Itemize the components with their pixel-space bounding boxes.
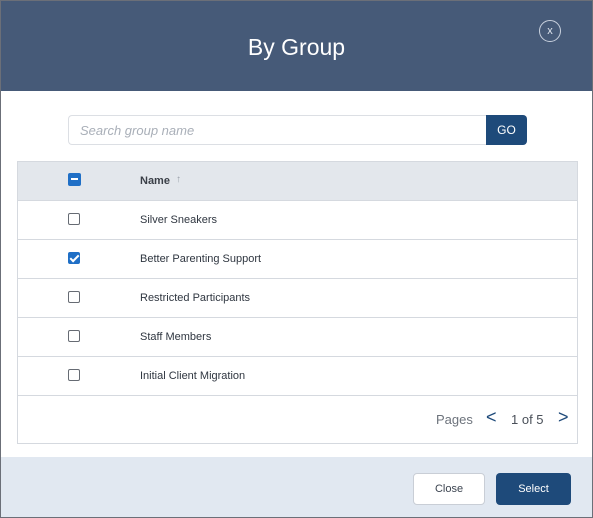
table-row[interactable]: Staff Members [18, 318, 577, 357]
group-name: Better Parenting Support [140, 253, 262, 265]
by-group-dialog: By Group x GO Name ↑ Silver Sneakers Bett… [0, 0, 593, 518]
dialog-footer: Close Select [1, 457, 592, 517]
table-header: Name ↑ [18, 162, 577, 201]
sort-ascending-icon[interactable]: ↑ [176, 174, 181, 185]
row-checkbox[interactable] [68, 291, 80, 303]
close-button[interactable]: Close [413, 473, 485, 505]
dialog-title: By Group [247, 34, 346, 60]
page-info: 1 of 5 [511, 412, 544, 427]
row-checkbox[interactable] [68, 369, 80, 381]
groups-table: Name ↑ Silver Sneakers Better Parenting S… [17, 161, 578, 444]
group-name: Silver Sneakers [140, 214, 218, 226]
pages-label: Pages [436, 412, 473, 427]
table-row[interactable]: Restricted Participants [18, 279, 577, 318]
row-checkbox[interactable] [68, 252, 80, 264]
group-name: Initial Client Migration [140, 370, 246, 382]
group-name: Restricted Participants [140, 292, 251, 304]
close-dialog-icon[interactable]: x [539, 20, 561, 42]
previous-page-icon[interactable]: < [486, 407, 497, 428]
row-checkbox[interactable] [68, 213, 80, 225]
select-button[interactable]: Select [496, 473, 571, 505]
table-row[interactable]: Better Parenting Support [18, 240, 577, 279]
dialog-header: By Group x [1, 1, 592, 91]
search-group-input[interactable] [68, 115, 486, 145]
row-checkbox[interactable] [68, 330, 80, 342]
next-page-icon[interactable]: > [558, 407, 569, 428]
table-row[interactable]: Silver Sneakers [18, 201, 577, 240]
select-all-checkbox[interactable] [68, 173, 81, 186]
name-column-header[interactable]: Name [140, 175, 170, 187]
go-button[interactable]: GO [486, 115, 527, 145]
group-name: Staff Members [140, 331, 212, 343]
table-row[interactable]: Initial Client Migration [18, 357, 577, 396]
pagination: Pages < 1 of 5 > [18, 396, 577, 443]
